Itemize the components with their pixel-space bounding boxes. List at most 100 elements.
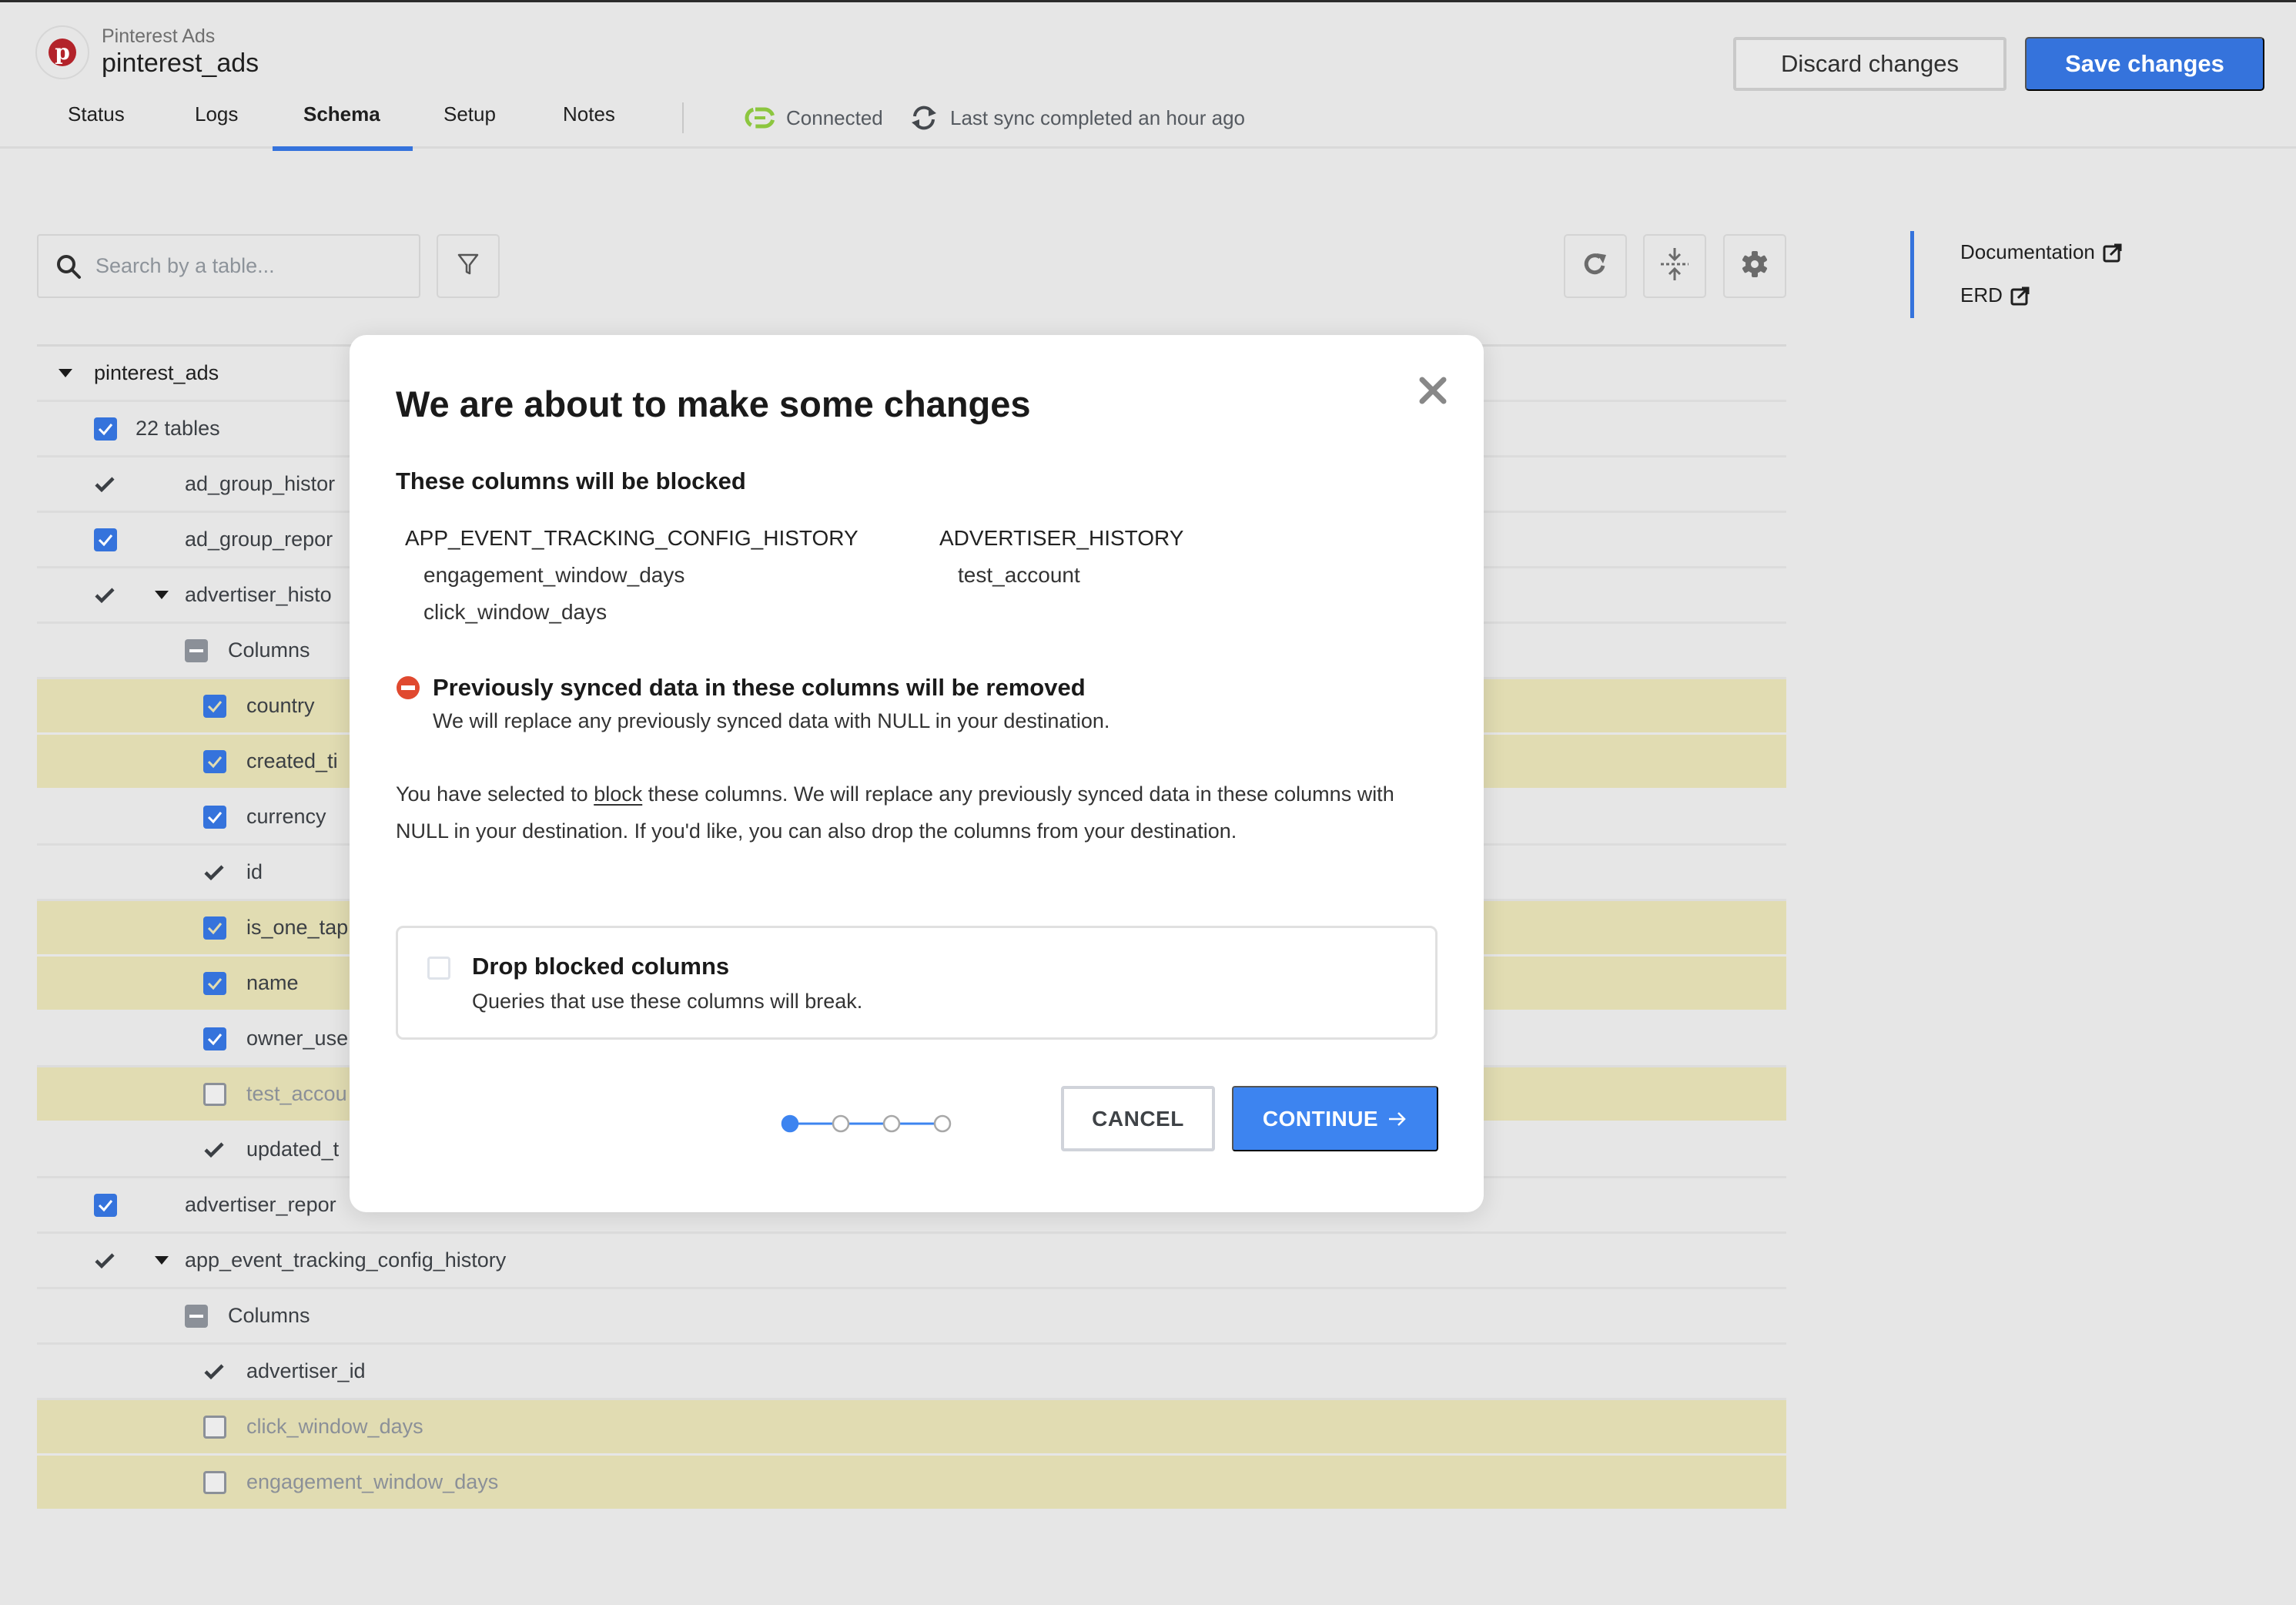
external-link-icon	[2010, 286, 2030, 306]
checkbox-checked-icon[interactable]	[203, 971, 226, 995]
search-field[interactable]	[37, 234, 420, 298]
tab-divider	[682, 102, 684, 133]
collapse-all-icon	[1659, 246, 1690, 286]
column-name: name	[246, 971, 299, 994]
tab-schema[interactable]: Schema	[303, 96, 380, 146]
checkbox-unchecked-icon[interactable]	[203, 1470, 226, 1494]
filter-button[interactable]	[437, 234, 500, 298]
no-entry-icon	[396, 675, 420, 733]
column-name: is_one_tap	[246, 916, 349, 939]
step-dot	[882, 1114, 901, 1133]
connection-status: Connected	[745, 102, 883, 133]
documentation-link[interactable]: Documentation	[1960, 240, 2123, 264]
checkbox-checked-icon[interactable]	[203, 749, 226, 773]
connector-type: Pinterest Ads	[102, 25, 216, 47]
caret-down-icon[interactable]	[59, 369, 72, 377]
column-name: updated_t	[246, 1138, 340, 1161]
locked-check-icon	[94, 587, 115, 604]
step-indicator	[781, 1114, 952, 1133]
step-dot	[933, 1114, 952, 1133]
page-header: p Pinterest Ads pinterest_ads Status Log…	[0, 2, 2296, 151]
caret-down-icon[interactable]	[155, 1256, 169, 1265]
active-tab-indicator	[273, 146, 413, 151]
blocked-table-name: APP_EVENT_TRACKING_CONFIG_HISTORY	[405, 526, 858, 550]
continue-button[interactable]: CONTINUE	[1232, 1086, 1438, 1151]
checkbox-checked-icon[interactable]	[203, 805, 226, 829]
columns-label: Columns	[228, 638, 310, 662]
caret-down-icon[interactable]	[155, 591, 169, 599]
connector-name: pinterest_ads	[102, 49, 259, 78]
drop-option-title: Drop blocked columns	[472, 953, 730, 980]
schema-settings-button[interactable]	[1723, 234, 1786, 298]
blocked-column-name: test_account	[958, 563, 1080, 587]
save-changes-button[interactable]: Save changes	[2025, 37, 2264, 91]
warning-notice: Previously synced data in these columns …	[396, 674, 1110, 733]
close-button[interactable]	[1416, 374, 1450, 407]
blocked-columns-heading: These columns will be blocked	[396, 467, 746, 494]
schema-name: pinterest_ads	[94, 361, 219, 384]
pinterest-logo-icon: p	[49, 39, 76, 66]
filter-icon	[457, 252, 480, 280]
explanation-prefix: You have selected to	[396, 782, 594, 806]
erd-link[interactable]: ERD	[1960, 283, 2030, 307]
block-link[interactable]: block	[594, 782, 642, 806]
table-name: advertiser_histo	[185, 583, 332, 606]
tab-setup[interactable]: Setup	[443, 96, 496, 146]
step-dot-active	[781, 1114, 799, 1133]
columns-header-row[interactable]: Columns	[37, 1289, 1786, 1345]
checkbox-indeterminate-icon[interactable]	[185, 1304, 208, 1328]
drop-columns-checkbox[interactable]	[427, 957, 450, 980]
column-row[interactable]: click_window_days	[37, 1400, 1786, 1456]
warning-text: We will replace any previously synced da…	[433, 709, 1110, 732]
arrow-right-icon	[1387, 1111, 1407, 1128]
table-name: ad_group_histor	[185, 472, 336, 495]
search-input[interactable]	[95, 254, 388, 278]
tab-notes[interactable]: Notes	[563, 96, 615, 146]
continue-label: CONTINUE	[1262, 1106, 1379, 1131]
tab-status[interactable]: Status	[68, 96, 125, 146]
refresh-icon	[1581, 250, 1609, 282]
checkbox-checked-icon[interactable]	[94, 528, 117, 551]
close-icon	[1419, 377, 1447, 404]
blocked-table-name: ADVERTISER_HISTORY	[939, 526, 1184, 550]
column-name: click_window_days	[246, 1415, 423, 1438]
locked-check-icon	[203, 1363, 225, 1380]
tables-count: 22 tables	[136, 417, 220, 440]
drop-blocked-columns-option[interactable]: Drop blocked columns Queries that use th…	[396, 926, 1438, 1040]
discard-changes-button[interactable]: Discard changes	[1733, 37, 2006, 91]
documentation-link-label: Documentation	[1960, 240, 2095, 263]
column-name: advertiser_id	[246, 1359, 366, 1382]
drop-option-subtitle: Queries that use these columns will brea…	[472, 990, 863, 1013]
connection-status-label: Connected	[786, 106, 883, 129]
blocked-group: ADVERTISER_HISTORY test_account	[939, 520, 1183, 594]
column-name: engagement_window_days	[246, 1470, 499, 1493]
column-name: currency	[246, 805, 326, 828]
explanation-text: You have selected to block these columns…	[396, 776, 1427, 849]
checkbox-checked-icon[interactable]	[94, 417, 117, 441]
column-name: id	[246, 860, 263, 883]
external-link-icon	[2103, 243, 2123, 263]
refresh-schema-button[interactable]	[1564, 234, 1627, 298]
collapse-all-button[interactable]	[1643, 234, 1706, 298]
connector-logo: p	[35, 25, 89, 79]
checkbox-indeterminate-icon[interactable]	[185, 638, 208, 662]
checkbox-checked-icon[interactable]	[94, 1193, 117, 1217]
warning-title: Previously synced data in these columns …	[433, 674, 1086, 701]
gear-icon	[1740, 250, 1769, 283]
table-row[interactable]: app_event_tracking_config_history	[37, 1234, 1786, 1289]
tab-logs[interactable]: Logs	[195, 96, 238, 146]
columns-label: Columns	[228, 1304, 310, 1327]
checkbox-checked-icon[interactable]	[203, 1027, 226, 1050]
table-name: advertiser_repor	[185, 1193, 336, 1216]
sync-status-label: Last sync completed an hour ago	[950, 106, 1246, 129]
checkbox-unchecked-icon[interactable]	[203, 1415, 226, 1439]
blocked-group: APP_EVENT_TRACKING_CONFIG_HISTORY engage…	[405, 520, 858, 631]
right-rail-indicator	[1910, 231, 1914, 318]
cancel-button[interactable]: CANCEL	[1061, 1086, 1215, 1151]
column-row[interactable]: engagement_window_days	[37, 1456, 1786, 1511]
checkbox-checked-icon[interactable]	[203, 916, 226, 940]
checkbox-unchecked-icon[interactable]	[203, 1082, 226, 1106]
column-row[interactable]: advertiser_id	[37, 1345, 1786, 1400]
search-icon	[55, 253, 82, 280]
checkbox-checked-icon[interactable]	[203, 694, 226, 718]
